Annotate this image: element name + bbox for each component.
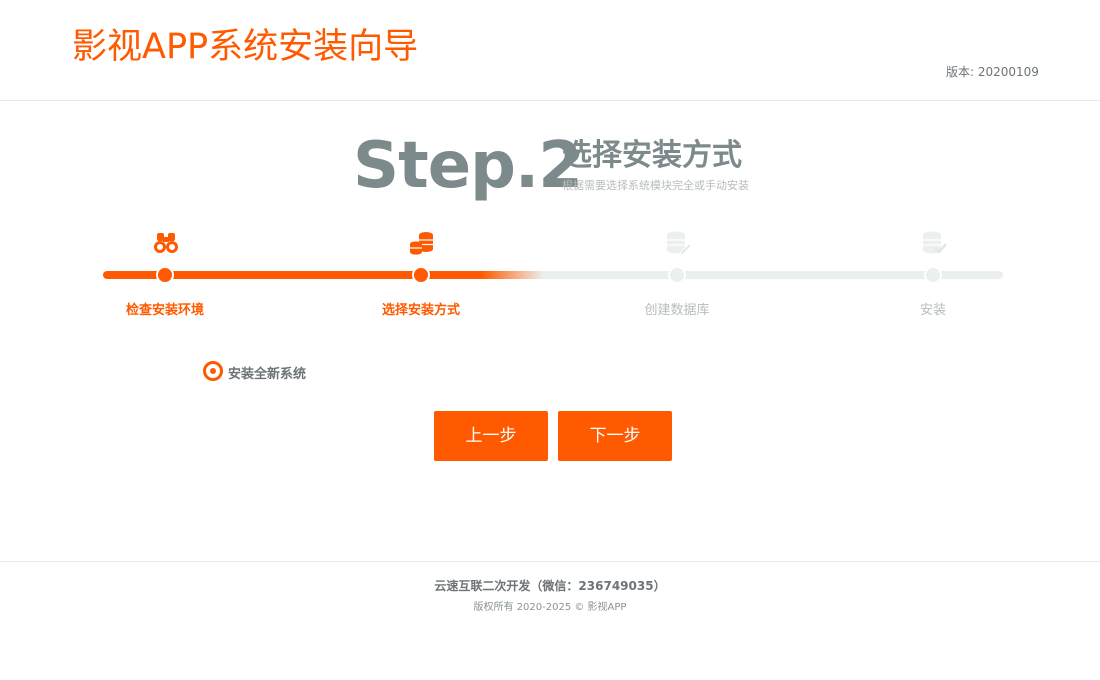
install-progress: 检查安装环境 选择安装方式 创建数据库 安装 bbox=[103, 226, 1003, 326]
radio-selected-icon[interactable] bbox=[203, 361, 223, 381]
footer-developer-info: 云速互联二次开发（微信：236749035） bbox=[434, 579, 666, 593]
progress-dot bbox=[668, 266, 686, 284]
progress-step-install: 安装 bbox=[853, 226, 1013, 326]
progress-label: 检查安装环境 bbox=[125, 303, 204, 318]
prev-step-button[interactable]: 上一步 bbox=[434, 411, 548, 461]
database-check-icon bbox=[923, 231, 947, 254]
step-description: 根据需要选择系统模块完全或手动安装 bbox=[562, 179, 749, 192]
step-name: 选择安装方式 bbox=[562, 138, 742, 173]
footer: 云速互联二次开发（微信：236749035） 版权所有 2020-2025 © … bbox=[0, 561, 1100, 680]
coins-icon bbox=[410, 232, 433, 255]
install-option-label: 安装全新系统 bbox=[228, 367, 307, 382]
progress-label: 创建数据库 bbox=[644, 303, 710, 318]
binoculars-icon bbox=[154, 233, 178, 253]
progress-dot bbox=[412, 266, 430, 284]
app-title: 影视APP系统安装向导 bbox=[72, 27, 419, 67]
progress-label: 选择安装方式 bbox=[381, 303, 460, 318]
footer-copyright: 版权所有 2020-2025 © 影视APP bbox=[473, 602, 627, 613]
progress-step-check-env: 检查安装环境 bbox=[85, 226, 245, 326]
header: 影视APP系统安装向导 版本: 20200109 bbox=[0, 0, 1100, 101]
progress-label: 安装 bbox=[919, 303, 946, 318]
progress-step-choose-method: 选择安装方式 bbox=[341, 226, 501, 326]
progress-step-create-db: 创建数据库 bbox=[597, 226, 757, 326]
database-edit-icon bbox=[667, 231, 691, 256]
progress-dot bbox=[924, 266, 942, 284]
step-number: Step.2 bbox=[353, 129, 583, 203]
progress-dot bbox=[156, 266, 174, 284]
next-step-button[interactable]: 下一步 bbox=[558, 411, 672, 461]
version-label: 版本: 20200109 bbox=[946, 65, 1039, 79]
